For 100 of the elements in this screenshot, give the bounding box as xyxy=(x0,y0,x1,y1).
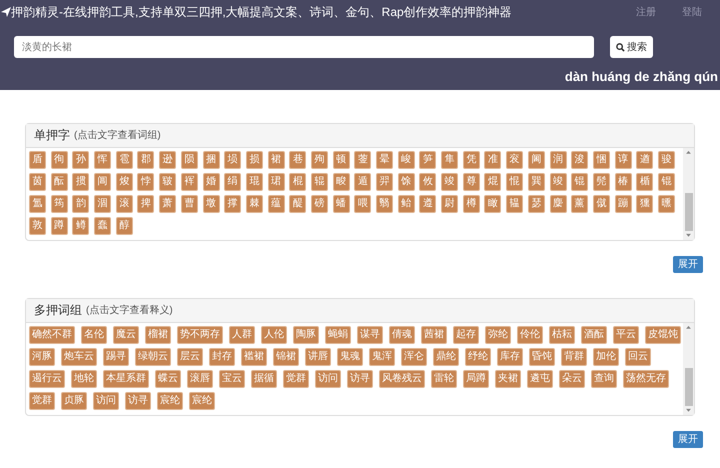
character-tag[interactable]: 逊 xyxy=(159,151,176,169)
word-tag[interactable]: 局蹲 xyxy=(463,370,489,388)
scroll-down-icon[interactable] xyxy=(685,231,692,239)
character-tag[interactable]: 竣 xyxy=(441,173,458,191)
word-tag[interactable]: 访问 xyxy=(315,370,341,388)
word-tag[interactable]: 炮车云 xyxy=(61,348,97,366)
character-tag[interactable]: 徇 xyxy=(50,151,68,169)
character-tag[interactable]: 遵 xyxy=(419,195,436,213)
word-tag[interactable]: 踢寻 xyxy=(103,348,129,366)
character-tag[interactable]: 琨 xyxy=(246,173,263,191)
character-tag[interactable]: 隼 xyxy=(441,151,458,169)
word-tag[interactable]: 褴裙 xyxy=(241,348,267,366)
character-tag[interactable]: 遒 xyxy=(636,151,654,169)
character-tag[interactable]: 雹 xyxy=(116,151,133,169)
word-tag[interactable]: 势不两存 xyxy=(177,326,223,344)
word-tag[interactable]: 人伦 xyxy=(261,326,287,344)
character-tag[interactable]: 尊 xyxy=(462,173,480,191)
word-tag[interactable]: 滚唇 xyxy=(187,370,213,388)
word-tag[interactable]: 查询 xyxy=(591,370,617,388)
character-tag[interactable]: 敦 xyxy=(29,217,46,235)
character-tag[interactable]: 衮 xyxy=(506,151,524,169)
word-tag[interactable]: 讲唇 xyxy=(305,348,331,366)
search-field[interactable]: 淡黄的长裙 xyxy=(14,36,594,58)
character-tag[interactable]: 畯 xyxy=(332,173,350,191)
character-tag[interactable]: 悃 xyxy=(592,151,610,169)
scroll-up-icon[interactable] xyxy=(685,149,692,157)
character-tag[interactable]: 阊 xyxy=(94,173,112,191)
character-tag[interactable]: 郡 xyxy=(137,151,154,169)
character-tag[interactable]: 楯 xyxy=(636,173,654,191)
word-tag[interactable]: 名伦 xyxy=(81,326,107,344)
character-tag[interactable]: 鳟 xyxy=(72,217,90,235)
word-tag[interactable]: 陶豚 xyxy=(293,326,319,344)
word-tag[interactable]: 库存 xyxy=(497,348,523,366)
character-tag[interactable]: 准 xyxy=(484,151,502,169)
word-tag[interactable]: 雷轮 xyxy=(431,370,457,388)
word-tag[interactable]: 蝇蜎 xyxy=(325,326,351,344)
word-tag[interactable]: 本星系群 xyxy=(103,370,149,388)
word-tag[interactable]: 茜裙 xyxy=(421,326,447,344)
character-tag[interactable]: 辊 xyxy=(310,173,328,191)
character-tag[interactable]: 殉 xyxy=(310,151,328,169)
word-tag[interactable]: 枯耘 xyxy=(549,326,575,344)
nav-link[interactable]: 注册 xyxy=(636,4,656,20)
word-tag[interactable]: 确然不群 xyxy=(29,326,75,344)
word-tag[interactable]: 访问 xyxy=(93,392,119,410)
word-tag[interactable]: 宸纶 xyxy=(189,392,215,410)
character-tag[interactable]: 樽 xyxy=(462,195,480,213)
word-tag[interactable]: 贞豚 xyxy=(61,392,87,410)
character-tag[interactable]: 尉 xyxy=(441,195,458,213)
character-tag[interactable]: 喂 xyxy=(354,195,372,213)
word-tag[interactable]: 朵云 xyxy=(559,370,585,388)
word-tag[interactable]: 荡然无存 xyxy=(623,370,669,388)
word-tag[interactable]: 河豚 xyxy=(29,348,55,366)
character-tag[interactable]: 孙 xyxy=(72,151,90,169)
character-tag[interactable]: 阃 xyxy=(528,151,545,169)
character-tag[interactable]: 鲐 xyxy=(398,195,415,213)
character-tag[interactable]: 曹 xyxy=(180,195,198,213)
character-tag[interactable]: 笋 xyxy=(419,151,436,169)
character-tag[interactable]: 涸 xyxy=(94,195,112,213)
character-tag[interactable]: 蠢 xyxy=(94,217,112,235)
word-tag[interactable]: 酒酝 xyxy=(581,326,607,344)
character-tag[interactable]: 茵 xyxy=(29,173,46,191)
word-tag[interactable]: 宸纶 xyxy=(157,392,183,410)
word-tag[interactable]: 弥纶 xyxy=(485,326,511,344)
character-tag[interactable]: 蓥 xyxy=(354,151,372,169)
word-tag[interactable]: 风卷残云 xyxy=(379,370,425,388)
character-tag[interactable]: 竣 xyxy=(550,173,566,191)
character-tag[interactable]: 裙 xyxy=(268,151,285,169)
character-tag[interactable]: 撑 xyxy=(224,195,242,213)
character-tag[interactable]: 筠 xyxy=(50,195,68,213)
character-tag[interactable]: 萧 xyxy=(159,195,176,213)
character-tag[interactable]: 损 xyxy=(246,151,263,169)
character-tag[interactable]: 蹦 xyxy=(614,195,632,213)
character-tag[interactable]: 凭 xyxy=(462,151,480,169)
character-tag[interactable]: 绢 xyxy=(224,173,242,191)
word-tag[interactable]: 起存 xyxy=(453,326,479,344)
character-tag[interactable]: 晕 xyxy=(376,151,393,169)
word-tag[interactable]: 访寻 xyxy=(125,392,151,410)
character-tag[interactable]: 谆 xyxy=(614,151,632,169)
character-tag[interactable]: 麇 xyxy=(550,195,566,213)
character-tag[interactable]: 瞰 xyxy=(484,195,502,213)
character-tag[interactable]: 裈 xyxy=(180,173,198,191)
character-tag[interactable]: 埙 xyxy=(224,151,242,169)
character-tag[interactable]: 捆 xyxy=(202,151,220,169)
search-button[interactable]: 搜索 xyxy=(610,36,653,58)
character-tag[interactable]: 恽 xyxy=(94,151,112,169)
character-tag[interactable]: 蕴 xyxy=(268,195,285,213)
word-tag[interactable]: 纾纶 xyxy=(465,348,491,366)
word-tag[interactable]: 夹裙 xyxy=(495,370,521,388)
character-tag[interactable]: 磅 xyxy=(310,195,328,213)
character-tag[interactable]: 悖 xyxy=(137,173,154,191)
character-tag[interactable]: 羿 xyxy=(376,173,393,191)
word-tag[interactable]: 觉群 xyxy=(29,392,55,410)
character-tag[interactable]: 惃 xyxy=(506,173,524,191)
word-tag[interactable]: 倩魂 xyxy=(389,326,415,344)
scrollbar[interactable] xyxy=(683,323,694,415)
character-tag[interactable]: 捭 xyxy=(137,195,154,213)
word-tag[interactable]: 昏饨 xyxy=(529,348,555,366)
character-tag[interactable]: 翳 xyxy=(376,195,393,213)
word-tag[interactable]: 皮馄饨 xyxy=(645,326,681,344)
character-tag[interactable]: 蟠 xyxy=(332,195,350,213)
